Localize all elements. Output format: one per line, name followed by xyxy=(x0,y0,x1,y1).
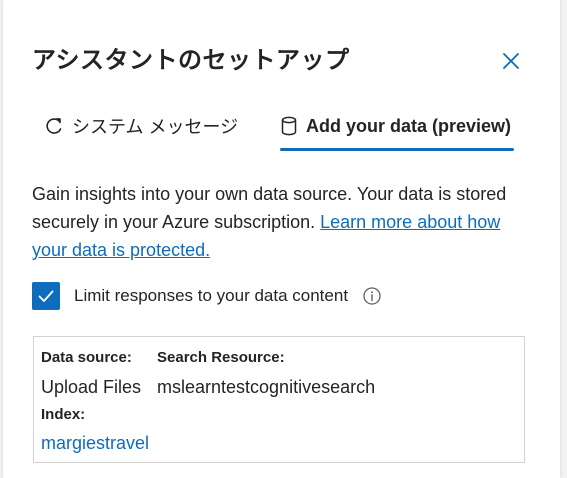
database-icon xyxy=(280,116,298,136)
tab-list: システム メッセージ Add your data (preview) xyxy=(32,102,532,152)
data-source-label: Data source: xyxy=(41,349,132,366)
tab-add-your-data[interactable]: Add your data (preview) xyxy=(280,102,511,150)
search-resource-value: mslearntestcognitivesearch xyxy=(157,377,376,397)
data-source-value: Upload Files xyxy=(41,377,142,397)
selected-tab-indicator xyxy=(280,148,514,151)
search-resource-label: Search Resource: xyxy=(157,349,285,366)
limit-responses-row: Limit responses to your data content xyxy=(32,281,382,311)
description: Gain insights into your own data source.… xyxy=(32,180,512,264)
checkmark-icon xyxy=(38,290,54,302)
panel-title: アシスタントのセットアップ xyxy=(32,47,350,74)
limit-responses-checkbox[interactable] xyxy=(32,282,60,310)
setup-panel: アシスタントのセットアップ システム メッセージ Add your data (… xyxy=(3,0,560,478)
info-icon[interactable] xyxy=(362,286,382,306)
close-icon xyxy=(503,53,519,69)
tab-system-message-label: システム メッセージ xyxy=(72,117,239,137)
close-button[interactable] xyxy=(499,49,523,73)
system-message-icon xyxy=(44,116,64,136)
limit-responses-label: Limit responses to your data content xyxy=(74,286,349,305)
tab-add-your-data-label: Add your data (preview) xyxy=(306,115,512,136)
index-link[interactable]: margiestravel xyxy=(41,433,149,454)
tab-system-message[interactable]: システム メッセージ xyxy=(44,102,238,150)
data-source-box: Data source: Search Resource: Upload Fil… xyxy=(33,336,525,463)
index-label: Index: xyxy=(41,406,86,423)
